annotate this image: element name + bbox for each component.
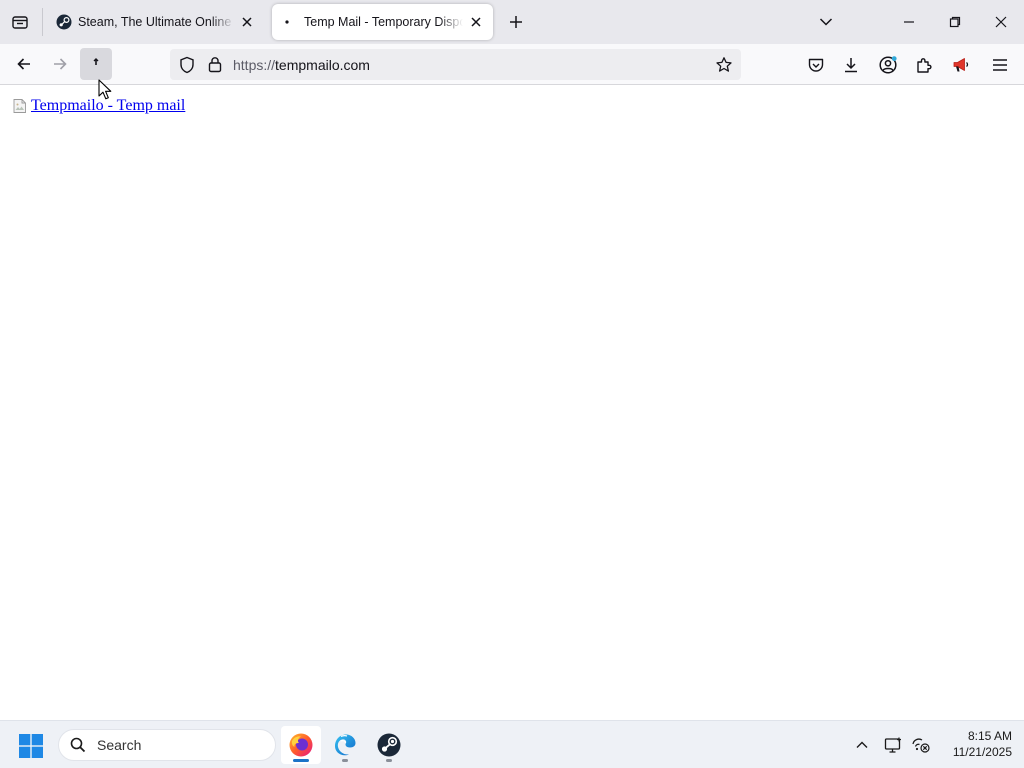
steam-icon [377, 733, 401, 757]
tab-tempmail[interactable]: Temp Mail - Temporary Disposable Email [272, 4, 493, 40]
tab-title: Steam, The Ultimate Online Game Platform [78, 15, 234, 29]
network-tray-button[interactable] [908, 733, 932, 757]
download-icon [845, 58, 857, 73]
steam-icon [56, 14, 72, 30]
network-disconnected-icon [912, 738, 930, 753]
url-host: tempmailo.com [275, 56, 370, 73]
url-text[interactable]: https://tempmailo.com [233, 57, 370, 73]
back-button[interactable] [8, 48, 40, 80]
display-icon [884, 737, 901, 753]
taskbar-search-box[interactable]: Search [58, 729, 276, 761]
back-icon [17, 58, 30, 70]
account-icon [879, 56, 897, 74]
firefox-view-button[interactable] [6, 8, 34, 36]
show-hidden-icons-button[interactable] [850, 733, 874, 757]
close-icon [995, 16, 1007, 28]
extensions-icon [917, 58, 932, 73]
tab-strip: Steam, The Ultimate Online Game Platform… [0, 0, 1024, 44]
list-all-tabs-icon [819, 18, 833, 26]
address-bar[interactable]: https://tempmailo.com [170, 49, 741, 80]
hamburger-menu-icon [993, 59, 1007, 71]
restore-button[interactable] [932, 0, 978, 44]
firefox-icon [289, 733, 313, 757]
pocket-button[interactable] [801, 50, 831, 80]
lock-icon[interactable] [205, 55, 225, 75]
mouse-cursor-icon [98, 79, 112, 100]
close-window-button[interactable] [978, 0, 1024, 44]
forward-button[interactable] [44, 48, 76, 80]
bookmark-star-icon[interactable] [713, 54, 735, 76]
downloads-button[interactable] [836, 50, 866, 80]
megaphone-icon [953, 58, 969, 72]
edge-icon [335, 734, 356, 756]
running-app-indicator [342, 759, 348, 762]
windows-start-icon[interactable] [18, 733, 44, 759]
shield-icon[interactable] [177, 55, 197, 75]
broken-image-icon [13, 99, 26, 113]
taskbar: Search 8:15 AM 11/21/2025 [0, 720, 1024, 768]
close-tab-icon[interactable] [467, 13, 485, 31]
taskbar-app-steam[interactable] [369, 726, 409, 764]
search-label: Search [97, 737, 142, 753]
chevron-up-icon [856, 741, 868, 748]
account-button[interactable] [873, 50, 903, 80]
taskbar-app-firefox[interactable] [281, 726, 321, 764]
new-tab-icon [510, 16, 522, 28]
new-tab-button[interactable] [503, 9, 529, 35]
close-tab-icon[interactable] [238, 13, 256, 31]
clock-time: 8:15 AM [967, 729, 1012, 743]
running-app-indicator [386, 759, 392, 762]
page-content: Tempmailo - Temp mail [0, 86, 1024, 720]
whats-new-button[interactable] [946, 50, 976, 80]
page-loading-icon [282, 14, 298, 30]
reload-icon [93, 58, 99, 65]
tab-title: Temp Mail - Temporary Disposable Email [304, 15, 463, 29]
extensions-button[interactable] [909, 50, 939, 80]
restore-icon [949, 16, 961, 28]
pocket-icon [808, 58, 824, 72]
app-menu-button[interactable] [985, 50, 1015, 80]
taskbar-app-edge[interactable] [325, 726, 365, 764]
minimize-button[interactable] [886, 0, 932, 44]
navigation-toolbar: https://tempmailo.com [0, 44, 1024, 85]
tab-steam[interactable]: Steam, The Ultimate Online Game Platform [46, 4, 264, 40]
search-icon [69, 736, 87, 754]
list-all-tabs-button[interactable] [812, 9, 840, 35]
tab-list-icon [12, 16, 28, 29]
active-app-indicator [293, 759, 309, 762]
tab-separator [42, 8, 43, 36]
forward-icon [54, 58, 67, 70]
display-tray-button[interactable] [882, 733, 906, 757]
system-clock[interactable]: 8:15 AM 11/21/2025 [938, 728, 1012, 760]
clock-date: 11/21/2025 [952, 745, 1012, 759]
minimize-icon [904, 21, 914, 23]
reload-button[interactable] [80, 48, 112, 80]
url-scheme: https:// [233, 56, 276, 73]
